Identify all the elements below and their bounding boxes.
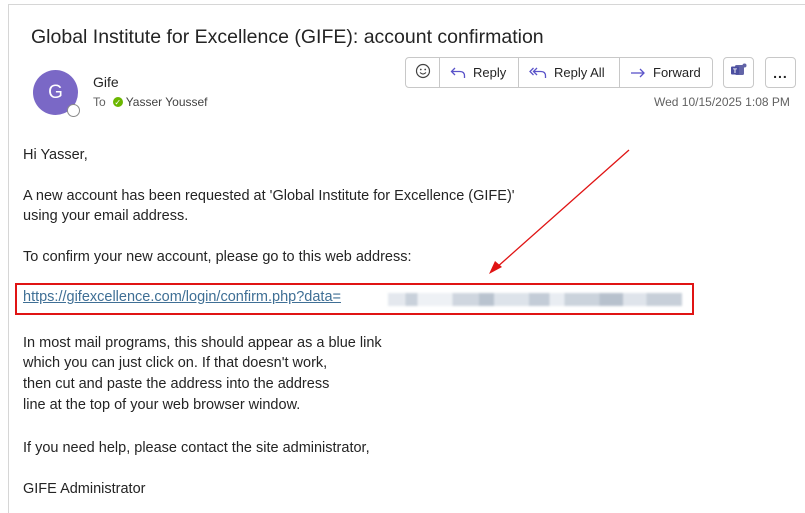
annotation-arrow [489, 149, 630, 274]
